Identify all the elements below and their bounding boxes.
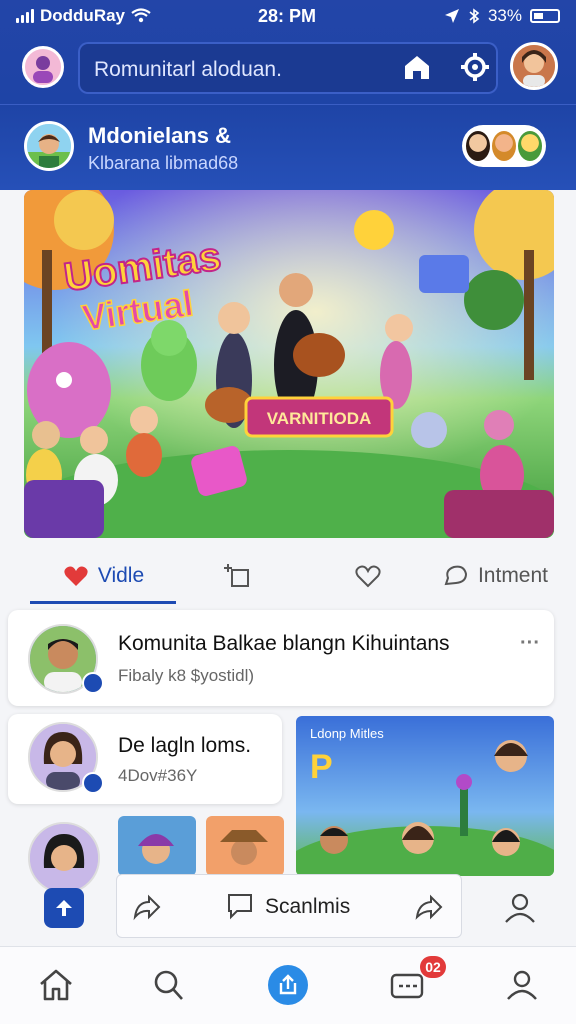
more-options-button[interactable]: ··· [520, 632, 540, 655]
tab-video[interactable]: Vidle [30, 548, 176, 604]
post2-subtitle: 4Dov#36Y [118, 766, 198, 785]
profile-avatar[interactable] [510, 42, 558, 90]
member-avatar [466, 131, 490, 161]
app-screen: DodduRay 28: PM 33% Romunitarl aloduan. [0, 0, 576, 1024]
wifi-icon [131, 8, 151, 23]
verified-badge [82, 772, 104, 794]
tab-like[interactable] [318, 548, 418, 604]
location-icon [444, 9, 459, 23]
post-card[interactable]: De lagln loms. 4Dov#36Y [8, 714, 282, 804]
bluetooth-icon [469, 8, 480, 24]
verified-badge [82, 672, 104, 694]
status-time: 28: PM [258, 6, 317, 26]
tab-comment[interactable]: Intment [430, 548, 560, 604]
action-bar: Vidle Intment [8, 548, 560, 604]
heart-icon [355, 565, 381, 588]
bottom-navigation [0, 946, 576, 1024]
search-input[interactable]: Romunitarl aloduan. [78, 42, 498, 94]
post2-title: De lagln loms. [118, 734, 252, 757]
share-bar: Scanlmis [116, 874, 462, 938]
signal-icon [16, 9, 34, 23]
floating-action-button[interactable] [44, 888, 84, 928]
share-left-icon[interactable] [131, 891, 163, 923]
home-icon[interactable] [36, 965, 76, 1005]
post-card[interactable]: Komunita Balkae blangn Kihuintans Fibaly… [8, 610, 554, 706]
member-avatar [492, 131, 516, 161]
profile-icon[interactable] [502, 965, 542, 1005]
tab-add[interactable] [188, 548, 288, 604]
hero-banner: VARNITIODA [267, 409, 372, 428]
user-avatar[interactable] [22, 46, 64, 88]
share-icon[interactable] [413, 891, 445, 923]
comment-icon [228, 894, 252, 920]
comment-icon [444, 565, 467, 586]
add-square-icon [224, 564, 249, 587]
status-right: 33% [444, 6, 560, 26]
post-title: Komunita Balkae blangn Kihuintans [118, 632, 450, 655]
search-placeholder: Romunitarl aloduan. [94, 58, 282, 81]
story-avatar[interactable] [28, 822, 100, 894]
carrier-name: DodduRay [40, 6, 125, 25]
member-avatar [518, 131, 542, 161]
group-avatar [24, 121, 74, 171]
media-card[interactable]: Ldonp Mitles P [296, 716, 554, 876]
group-members[interactable] [462, 125, 546, 167]
post-subtitle: Fibaly k8 $yostidl) [118, 666, 255, 685]
tab-comment-label: Intment [477, 564, 549, 587]
group-title: Mdonielans & [88, 123, 232, 148]
tab-video-label: Vidle [97, 564, 145, 587]
app-header: DodduRay 28: PM 33% Romunitarl aloduan. [0, 0, 576, 190]
hero-image[interactable]: Uomitas Virtual VARNITIODA [24, 190, 554, 538]
story-thumbnail[interactable] [206, 816, 284, 876]
group-header[interactable]: Mdonielans & Klbarana libmad68 [0, 104, 576, 190]
search-row: Romunitarl aloduan. [0, 40, 576, 96]
notification-badge: 02 [420, 956, 446, 978]
search-icon[interactable] [148, 965, 188, 1005]
settings-icon[interactable] [460, 52, 490, 82]
story-thumbnail[interactable] [118, 816, 196, 876]
carrier: DodduRay [16, 6, 151, 26]
share-bar-label[interactable]: Scanlmis [265, 895, 350, 919]
upload-icon[interactable] [268, 965, 308, 1005]
battery-percent: 33% [487, 6, 522, 25]
group-subtitle: Klbarana libmad68 [88, 153, 239, 173]
battery-icon [530, 9, 560, 23]
status-bar: DodduRay 28: PM 33% [0, 0, 576, 32]
home-icon[interactable] [402, 52, 432, 82]
heart-filled-icon [64, 566, 88, 586]
profile-icon[interactable] [502, 890, 538, 926]
